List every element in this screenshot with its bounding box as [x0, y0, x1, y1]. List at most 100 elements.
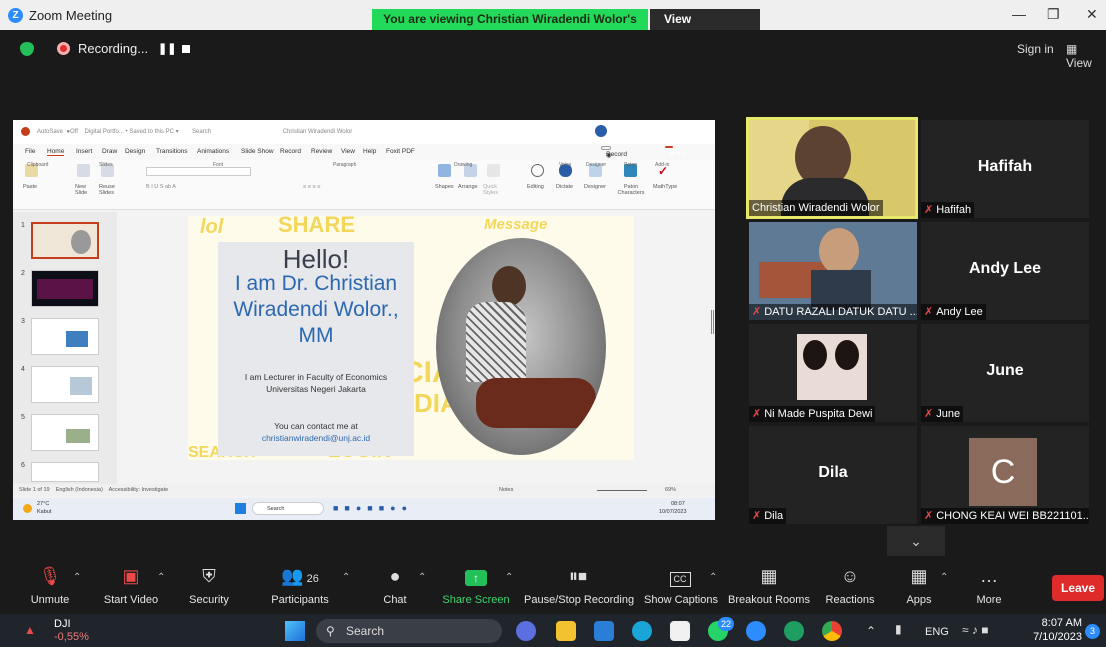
restore-icon[interactable]: ❐ [1047, 6, 1060, 23]
meet-app-icon[interactable] [516, 621, 536, 641]
tab-transitions[interactable]: Transitions [156, 148, 188, 155]
security-button[interactable]: ⛨ Security [184, 556, 234, 612]
share-divider-handle[interactable] [711, 310, 714, 334]
tab-draw[interactable]: Draw [102, 148, 117, 155]
video-options-caret[interactable]: ⌃ [157, 572, 165, 583]
tab-animations[interactable]: Animations [197, 148, 229, 155]
chrome-icon[interactable] [822, 621, 842, 641]
mail-icon[interactable] [594, 621, 614, 641]
slide-thumbnail[interactable] [31, 414, 99, 451]
tab-design[interactable]: Design [125, 148, 145, 155]
start-video-button[interactable]: ▣ Start Video [98, 556, 164, 612]
ppt-title-bar: AutoSave ●Off Digital Portfo... • Saved … [13, 120, 715, 144]
video-tile-andy[interactable]: Andy Lee ✗ Andy Lee [921, 222, 1089, 320]
chat-caret[interactable]: ⌃ [418, 572, 426, 583]
ribbon-mathtype-label: MathType [653, 184, 678, 190]
editing-icon[interactable] [531, 164, 544, 177]
share-caret[interactable]: ⌃ [505, 572, 513, 583]
participants-caret[interactable]: ⌃ [342, 572, 350, 583]
participant-display-name: Andy Lee [968, 260, 1041, 277]
stock-widget[interactable]: ▲ DJI -0,55% [24, 617, 104, 645]
presenter-time: 08:07 [671, 501, 685, 507]
slide-thumbnail[interactable] [31, 462, 99, 482]
presenter-temp: 27°C [37, 501, 50, 507]
breakout-rooms-button[interactable]: ▦ Breakout Rooms [728, 556, 810, 612]
mic-muted-icon: ✗ [924, 204, 934, 216]
tab-record[interactable]: Record [280, 148, 301, 155]
group-drawing: Drawing [454, 162, 473, 168]
clock-date[interactable]: 7/10/2023 [1026, 631, 1082, 643]
pause-recording-button[interactable]: ⏸⏹ Pause/Stop Recording [524, 556, 634, 612]
reactions-button[interactable]: ☺ Reactions [824, 556, 876, 612]
tab-home[interactable]: Home [47, 148, 65, 156]
tab-foxit-pdf[interactable]: Foxit PDF [386, 148, 415, 155]
edge-icon[interactable] [632, 621, 652, 641]
network-volume-icons[interactable]: ≈ ♪ ■ [962, 623, 989, 637]
slide-thumbnail[interactable] [31, 270, 99, 307]
apps-button[interactable]: ▦ Apps [898, 556, 940, 612]
collapse-gallery-button[interactable]: ⌄ [887, 526, 945, 556]
show-captions-button[interactable]: CC Show Captions [644, 556, 718, 612]
font-format-buttons[interactable]: B I U S ab A [146, 184, 176, 190]
video-tile-hafifah[interactable]: Hafifah ✗ Hafifah [921, 120, 1089, 218]
video-tile-chong[interactable]: C ✗ CHONG KEAI WEI BB221101... [921, 426, 1089, 524]
windows-start-icon[interactable] [235, 503, 246, 514]
shapes-icon[interactable] [438, 164, 451, 177]
slide-thumbnail[interactable] [31, 366, 99, 403]
chat-button[interactable]: ● Chat [372, 556, 418, 612]
grammarly-icon[interactable] [784, 621, 804, 641]
video-tile-datu[interactable]: ✗ DATU RAZALI DATUK DATU ... [749, 222, 917, 320]
slide-thumbnail[interactable] [31, 222, 99, 259]
new-slide-icon[interactable] [77, 164, 90, 177]
zoom-app-icon[interactable] [746, 621, 766, 641]
captions-caret[interactable]: ⌃ [709, 572, 717, 583]
tab-slide-show[interactable]: Slide Show [241, 148, 274, 155]
video-tile-ni-made[interactable]: ✗ Ni Made Puspita Dewi [749, 324, 917, 422]
share-screen-label: Share Screen [442, 594, 510, 606]
slide-thumbnail[interactable] [31, 318, 99, 355]
status-notes[interactable]: Notes [499, 487, 513, 493]
notification-badge[interactable]: 3 [1085, 624, 1100, 639]
audio-options-caret[interactable]: ⌃ [73, 572, 81, 583]
store-icon[interactable] [670, 621, 690, 641]
tab-review[interactable]: Review [311, 148, 332, 155]
ribbon-new-slide-label: New Slide [75, 184, 88, 196]
slide-thumbnail-pane: 1 2 3 4 5 6 [13, 212, 117, 484]
font-name-box[interactable] [146, 167, 251, 176]
clock-time[interactable]: 8:07 AM [1036, 617, 1082, 629]
zoom-slider[interactable] [597, 490, 647, 491]
taskbar-search[interactable]: ⚲ Search [316, 619, 502, 643]
tray-mic-icon[interactable]: ▮ [895, 622, 902, 636]
view-button[interactable]: ▦ View [1066, 42, 1106, 70]
tab-help[interactable]: Help [363, 148, 376, 155]
language-indicator[interactable]: ENG [925, 626, 949, 638]
video-tile-june[interactable]: June ✗ June [921, 324, 1089, 422]
more-button[interactable]: … More [968, 556, 1010, 612]
close-icon[interactable]: ✕ [1086, 6, 1098, 23]
video-tile-christian[interactable]: Christian Wiradendi Wolor [746, 117, 918, 219]
quick-styles-icon[interactable] [487, 164, 500, 177]
participants-button[interactable]: 👥 26 Participants [264, 556, 336, 612]
windows-start-icon[interactable] [285, 621, 305, 641]
presenter-search-box[interactable]: Search [252, 502, 324, 515]
unmute-button[interactable]: 🎙 Unmute [20, 556, 80, 612]
ppt-share-button[interactable]: ↗ Share [665, 146, 686, 158]
stop-recording-icon[interactable] [182, 45, 190, 53]
minimize-icon[interactable]: — [1012, 6, 1026, 22]
paragraph-buttons[interactable]: ≡ ≡ ≡ ≡ [303, 184, 320, 190]
video-tile-dila[interactable]: Dila ✗ Dila [749, 426, 917, 524]
sign-in-link[interactable]: Sign in [1017, 42, 1054, 56]
share-screen-button[interactable]: ↑ Share Screen [441, 556, 511, 612]
view-options-button[interactable]: View Options⌄ [650, 9, 760, 47]
reactions-label: Reactions [825, 594, 875, 606]
pause-recording-icon[interactable]: ❚❚ [158, 42, 176, 55]
tab-file[interactable]: File [25, 148, 35, 155]
tab-insert[interactable]: Insert [76, 148, 92, 155]
more-label: More [976, 594, 1002, 606]
tab-view[interactable]: View [341, 148, 355, 155]
leave-button[interactable]: Leave [1052, 575, 1104, 601]
tray-expand-icon[interactable]: ⌃ [866, 624, 876, 638]
ppt-record-button[interactable]: ◉ Record [601, 146, 627, 159]
file-explorer-icon[interactable] [556, 621, 576, 641]
apps-caret[interactable]: ⌃ [940, 572, 948, 583]
